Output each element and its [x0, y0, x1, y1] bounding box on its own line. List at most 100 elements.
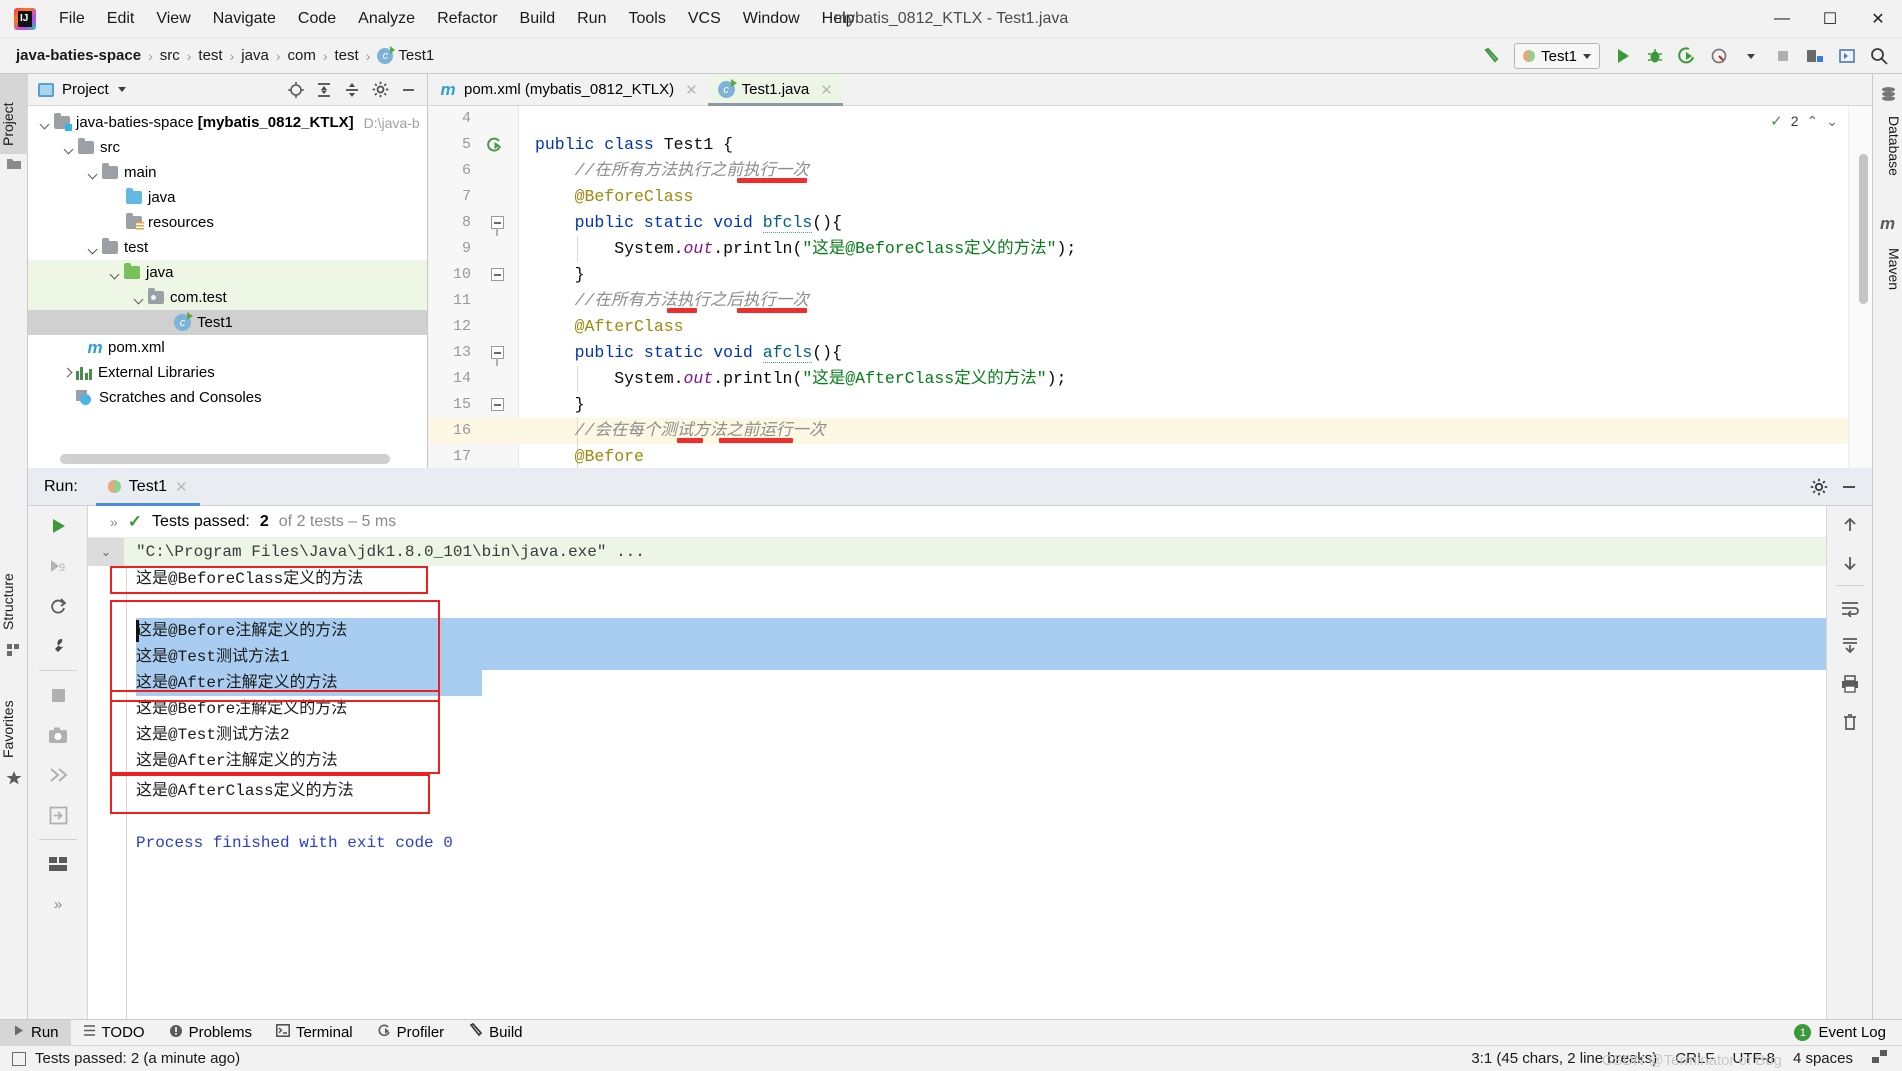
scroll-to-end-icon[interactable] [1827, 627, 1873, 665]
scroll-up-icon[interactable] [1827, 506, 1873, 544]
hide-panel-icon[interactable] [395, 78, 421, 102]
menu-run[interactable]: Run [566, 6, 617, 32]
project-tree[interactable]: java-baties-space [mybatis_0812_KTLX] D:… [28, 106, 427, 410]
editor-tab-pom-xml[interactable]: m pom.xml (mybatis_0812_KTLX) ✕ [429, 74, 708, 105]
indent-setting[interactable]: 4 spaces [1793, 1050, 1853, 1067]
search-everywhere-frame-icon[interactable] [1832, 42, 1862, 70]
menu-vcs[interactable]: VCS [677, 6, 732, 32]
rerun-button[interactable] [28, 506, 88, 546]
stop-button[interactable] [1768, 42, 1798, 70]
vcs-branch-icon[interactable] [1871, 1049, 1888, 1068]
sidebar-item-structure[interactable]: Structure [0, 544, 28, 638]
tree-item-test-java[interactable]: java [28, 260, 427, 285]
console-area[interactable]: » ✓ Tests passed: 2 of 2 tests – 5 ms ⌄ … [88, 506, 1826, 1019]
close-button[interactable]: ✕ [1854, 0, 1902, 38]
tree-item-com-test[interactable]: com.test [28, 285, 427, 310]
bottom-tab-build[interactable]: Build [456, 1020, 534, 1046]
console-right-toolbar[interactable] [1826, 506, 1872, 1019]
inspection-widget[interactable]: ✓ 2 ⌃ ⌄ [1770, 112, 1838, 131]
scroll-down-icon[interactable] [1827, 544, 1873, 582]
chevron-right-icon[interactable] [60, 366, 74, 380]
menu-build[interactable]: Build [509, 6, 567, 32]
tree-item-scratches[interactable]: Scratches and Consoles [28, 385, 427, 410]
sidebar-item-project[interactable]: Project [0, 74, 28, 154]
event-log-button[interactable]: 1 Event Log [1794, 1024, 1902, 1041]
run-configuration-selector[interactable]: Test1 [1514, 43, 1600, 69]
breadcrumb-item-test[interactable]: test [198, 47, 222, 64]
menu-navigate[interactable]: Navigate [202, 6, 287, 32]
status-indicators[interactable]: 3:1 (45 chars, 2 line breaks) CRLF UTF-8… [1471, 1049, 1902, 1068]
chevron-down-icon[interactable] [108, 266, 122, 280]
menu-analyze[interactable]: Analyze [347, 6, 426, 32]
clear-all-trash-icon[interactable] [1827, 703, 1873, 741]
chevron-down-icon[interactable] [117, 87, 126, 92]
gear-icon[interactable] [367, 78, 393, 102]
toolbar-right[interactable]: Test1 [1476, 38, 1902, 74]
chevron-down-icon[interactable] [86, 241, 100, 255]
menu-file[interactable]: File [48, 6, 96, 32]
tree-item-pom-xml[interactable]: m pom.xml [28, 335, 427, 360]
chevron-down-icon[interactable] [86, 166, 100, 180]
editor-tab-test1-java[interactable]: c Test1.java ✕ [707, 74, 843, 106]
console-output[interactable]: ⌄ "C:\Program Files\Java\jdk1.8.0_101\bi… [88, 538, 1826, 1019]
fold-marker-method[interactable] [491, 346, 505, 366]
layout-settings-icon[interactable] [28, 844, 88, 884]
build-hammer-icon[interactable] [1476, 42, 1506, 70]
bottom-tab-todo[interactable]: TODO [71, 1020, 157, 1046]
expand-chevron-icon[interactable]: » [110, 514, 118, 530]
breadcrumb-item-testpkg[interactable]: test [335, 47, 359, 64]
screenshot-camera-icon[interactable] [28, 715, 88, 755]
profile-button[interactable] [1704, 42, 1734, 70]
dump-threads-icon[interactable] [28, 755, 88, 795]
run-test-gutter-icon[interactable] [485, 136, 503, 154]
run-with-coverage-button[interactable] [1672, 42, 1702, 70]
stop-button[interactable] [28, 675, 88, 715]
chevron-down-icon[interactable] [132, 291, 146, 305]
expand-all-icon[interactable] [311, 78, 337, 102]
window-controls[interactable]: — ☐ ✕ [1758, 0, 1902, 38]
tree-item-main[interactable]: main [28, 160, 427, 185]
tree-item-project-root[interactable]: java-baties-space [mybatis_0812_KTLX] D:… [28, 110, 427, 135]
run-header-buttons[interactable] [1806, 475, 1872, 499]
update-project-icon[interactable] [1800, 42, 1830, 70]
attach-console-icon[interactable] [28, 795, 88, 835]
tree-item-main-java[interactable]: java [28, 185, 427, 210]
soft-wrap-icon[interactable] [1827, 589, 1873, 627]
bottom-tab-terminal[interactable]: Terminal [264, 1020, 365, 1046]
next-problem-icon[interactable]: ⌄ [1826, 113, 1838, 130]
search-icon[interactable] [1864, 42, 1894, 70]
code-text[interactable]: public class Test1 { //在所有方法执行之前执行一次 @Be… [519, 106, 1872, 468]
sidebar-item-database[interactable]: Database [1874, 108, 1902, 204]
maximize-button[interactable]: ☐ [1806, 0, 1854, 38]
hide-panel-icon[interactable] [1836, 475, 1862, 499]
gear-icon[interactable] [1806, 475, 1832, 499]
expand-toolbar-icon[interactable]: » [28, 884, 88, 924]
caret-position[interactable]: 3:1 (45 chars, 2 line breaks) [1471, 1050, 1657, 1067]
breadcrumb-item-class[interactable]: c Test1 [377, 45, 434, 64]
debug-button[interactable] [1640, 42, 1670, 70]
editor-tab-bar[interactable]: m pom.xml (mybatis_0812_KTLX) ✕ c Test1.… [429, 74, 1872, 106]
menu-refactor[interactable]: Refactor [426, 6, 508, 32]
close-icon[interactable]: ✕ [685, 81, 698, 99]
file-encoding[interactable]: UTF-8 [1732, 1050, 1775, 1067]
tree-item-test1[interactable]: c Test1 [28, 310, 427, 335]
tree-item-resources[interactable]: resources [28, 210, 427, 235]
print-icon[interactable] [1827, 665, 1873, 703]
breadcrumb-item-java[interactable]: java [241, 47, 269, 64]
collapse-all-icon[interactable] [339, 78, 365, 102]
minimize-button[interactable]: — [1758, 0, 1806, 38]
menu-bar[interactable]: File Edit View Navigate Code Analyze Ref… [48, 0, 866, 38]
menu-view[interactable]: View [145, 6, 201, 32]
tree-item-src[interactable]: src [28, 135, 427, 160]
menu-help[interactable]: Help [811, 6, 866, 32]
bottom-tab-run[interactable]: Run [0, 1019, 71, 1046]
collapse-chevron-icon[interactable]: ⌄ [88, 538, 124, 566]
bottom-tab-problems[interactable]: Problems [157, 1020, 264, 1046]
close-icon[interactable]: ✕ [175, 478, 188, 496]
menu-tools[interactable]: Tools [617, 6, 676, 32]
fold-marker-method[interactable] [491, 216, 505, 236]
breadcrumb-item-project[interactable]: java-baties-space [16, 47, 141, 64]
tree-item-external-libraries[interactable]: External Libraries [28, 360, 427, 385]
chevron-down-icon[interactable] [38, 116, 52, 130]
close-icon[interactable]: ✕ [820, 81, 833, 99]
